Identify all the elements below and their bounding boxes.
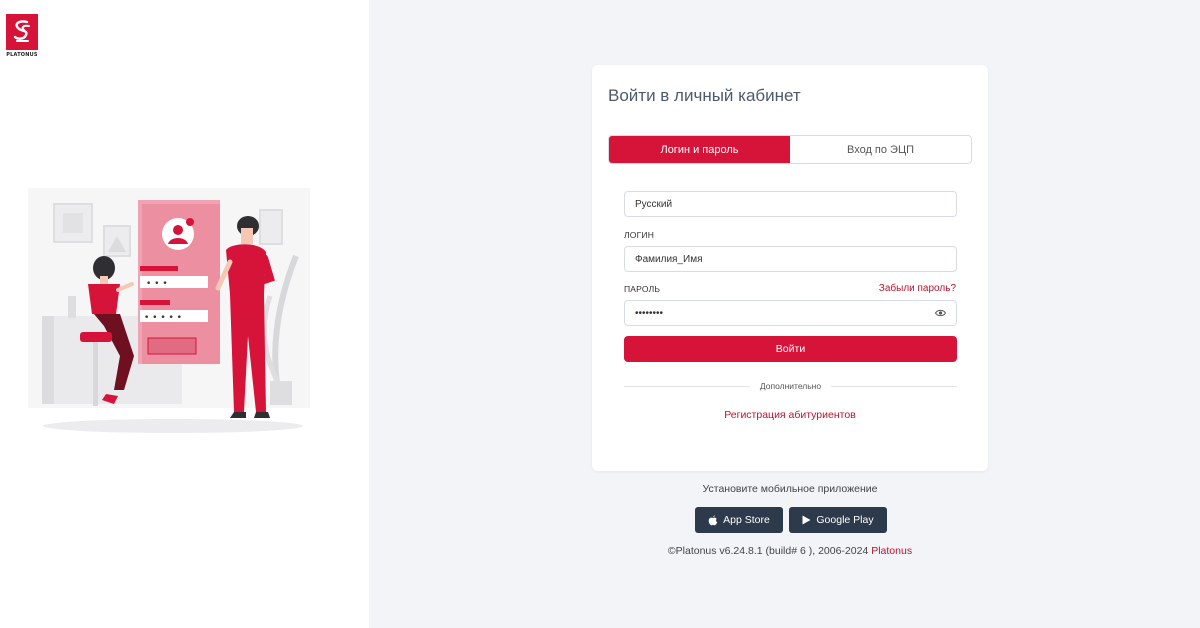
google-play-button[interactable]: Google Play	[789, 507, 887, 533]
app-store-label: App Store	[723, 514, 770, 526]
page-title: Войти в личный кабинет	[608, 86, 801, 105]
password-input[interactable]: ••••••••	[624, 300, 957, 326]
divider-line-right	[831, 385, 957, 387]
footer: ©Platonus v6.24.8.1 (build# 6 ), 2006-20…	[592, 545, 988, 557]
play-icon	[802, 515, 811, 525]
platonus-logo[interactable]: PLATONUS	[6, 14, 38, 58]
login-method-tabs: Логин и пароль Вход по ЭЦП	[608, 135, 972, 164]
login-button[interactable]: Войти	[624, 336, 957, 362]
login-input[interactable]: Фамилия_Имя	[624, 246, 957, 272]
password-value: ••••••••	[635, 307, 664, 319]
mobile-app-prompt: Установите мобильное приложение	[702, 483, 878, 495]
login-illustration: • • • • • • • •	[28, 188, 310, 433]
logo-text: PLATONUS	[6, 52, 38, 58]
tab-login-password[interactable]: Логин и пароль	[609, 136, 790, 163]
password-label: ПАРОЛЬ	[624, 284, 661, 294]
tab-eds-login[interactable]: Вход по ЭЦП	[790, 136, 971, 163]
divider: Дополнительно	[624, 380, 957, 392]
divider-text: Дополнительно	[759, 381, 822, 391]
login-label: ЛОГИН	[624, 230, 655, 240]
eye-icon[interactable]	[934, 308, 946, 318]
divider-line-left	[624, 385, 750, 387]
svg-text:• • •: • • •	[146, 279, 168, 289]
forgot-password-link[interactable]: Забыли пароль?	[879, 283, 956, 294]
language-select[interactable]: Русский	[624, 191, 957, 217]
login-card: Войти в личный кабинет Логин и пароль Вх…	[592, 65, 988, 471]
logo-mark-icon	[6, 14, 38, 50]
copyright-text: ©Platonus v6.24.8.1 (build# 6 ), 2006-20…	[667, 545, 872, 557]
google-play-label: Google Play	[816, 514, 874, 526]
apple-icon	[708, 515, 718, 525]
applicant-registration-link[interactable]: Регистрация абитуриентов	[592, 409, 988, 421]
svg-text:• • • • •: • • • • •	[144, 313, 182, 323]
platonus-link[interactable]: Platonus	[871, 545, 912, 557]
left-pane: PLATONUS • • • • • • • •	[0, 0, 369, 628]
app-store-button[interactable]: App Store	[695, 507, 783, 533]
store-buttons: App Store Google Play	[695, 507, 887, 533]
